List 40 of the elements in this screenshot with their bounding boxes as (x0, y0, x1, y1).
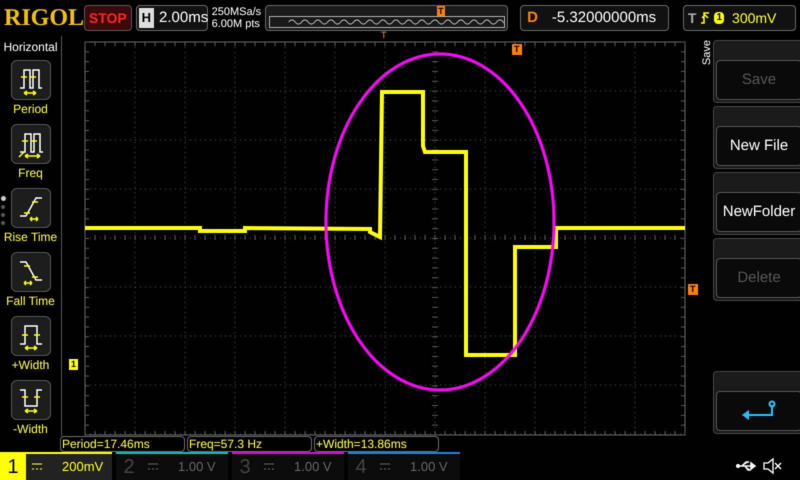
measure-button[interactable]: Freq (0, 124, 60, 188)
trigger-source-badge: 1 (714, 12, 724, 24)
measure-button[interactable]: +Width (0, 316, 60, 380)
delay-value: -5.32000000ms (552, 8, 656, 28)
usb-icon (736, 459, 758, 473)
softkey-button[interactable]: New File (713, 106, 800, 169)
dc-coupling-icon (32, 463, 42, 471)
menu-title: Horizontal (3, 39, 58, 56)
measure-button[interactable]: Fall Time (0, 252, 60, 316)
memory-depth: 6.00M pts (212, 18, 261, 30)
channel-tab[interactable]: 1 200mV (0, 452, 112, 480)
trigger-level: 300mV (732, 8, 776, 28)
trigger-level-marker: T (688, 284, 698, 295)
sample-rate: 250MSa/s (212, 6, 262, 18)
run-state-button[interactable]: STOP (84, 5, 132, 31)
dc-coupling-icon (148, 463, 158, 471)
softkey-button[interactable]: NewFolder (713, 172, 800, 235)
speaker-muted-icon (762, 457, 782, 475)
menu-title: Save (702, 40, 713, 66)
trigger-label: T (688, 8, 696, 28)
softkey-button[interactable] (713, 371, 800, 434)
timebase-box[interactable]: H 2.00ms (136, 5, 208, 31)
trigger-box[interactable]: T 1 300mV (682, 5, 796, 31)
trigger-position-label: T (381, 30, 386, 40)
measurement-readout: +Width=13.86ms (314, 436, 439, 452)
measure-button[interactable]: Period (0, 60, 60, 124)
dc-coupling-icon (380, 463, 390, 471)
measurement-readout: Freq=57.3 Hz (187, 436, 312, 452)
trigger-position-marker: T (437, 6, 445, 16)
channel-marker: 1 (69, 359, 78, 370)
measure-button[interactable]: -Width (0, 380, 60, 444)
dc-coupling-icon (264, 463, 274, 471)
rising-edge-icon (700, 11, 710, 25)
timebase-value: 2.00ms (159, 8, 208, 28)
delay-label: D (527, 8, 538, 28)
measurement-readout: Period=17.46ms (60, 436, 185, 452)
trigger-offset-marker: T (512, 44, 522, 55)
measure-button[interactable]: Rise Time (0, 188, 60, 252)
delay-box[interactable]: D -5.32000000ms (520, 5, 669, 31)
timebase-label: H (138, 8, 154, 28)
